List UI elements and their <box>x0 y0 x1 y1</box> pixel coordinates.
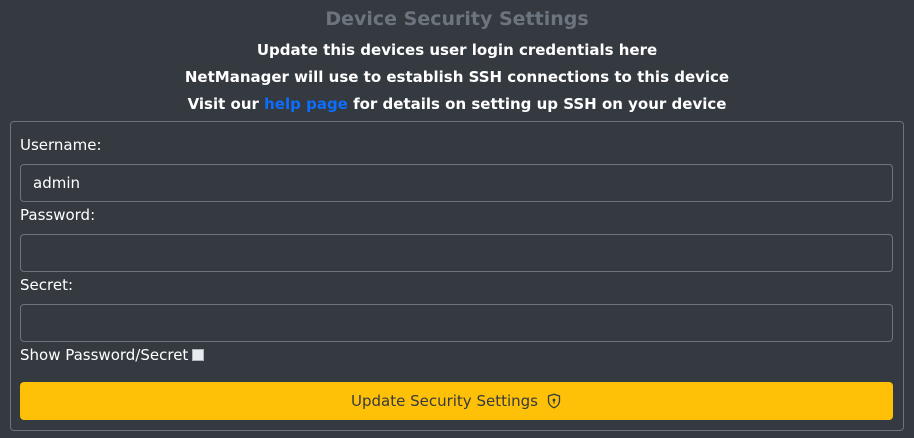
username-input[interactable] <box>20 164 893 202</box>
page-title: Device Security Settings <box>325 8 589 30</box>
update-security-button-label: Update Security Settings <box>351 392 538 410</box>
username-label: Username: <box>20 136 102 154</box>
description-line-1: Update this devices user login credentia… <box>256 41 658 59</box>
password-input[interactable] <box>20 234 893 272</box>
help-text-suffix: for details on setting up SSH on your de… <box>347 95 727 113</box>
show-password-row: Show Password/Secret <box>20 346 205 364</box>
help-page-link[interactable]: help page <box>264 95 348 113</box>
secret-label: Secret: <box>20 276 73 294</box>
show-password-label: Show Password/Secret <box>20 346 189 364</box>
description-line-3: Visit our help page for details on setti… <box>0 95 914 113</box>
description-line-2: NetManager will use to establish SSH con… <box>184 68 730 86</box>
device-security-page: Device Security Settings Update this dev… <box>0 0 914 438</box>
update-security-button[interactable]: Update Security Settings <box>20 382 893 420</box>
show-password-checkbox[interactable] <box>192 349 205 361</box>
security-settings-form: Username: Password: Secret: Show Passwor… <box>10 121 904 431</box>
shield-lock-icon <box>546 393 562 409</box>
help-text-prefix: Visit our <box>187 95 265 113</box>
password-label: Password: <box>20 206 96 224</box>
secret-input[interactable] <box>20 304 893 342</box>
